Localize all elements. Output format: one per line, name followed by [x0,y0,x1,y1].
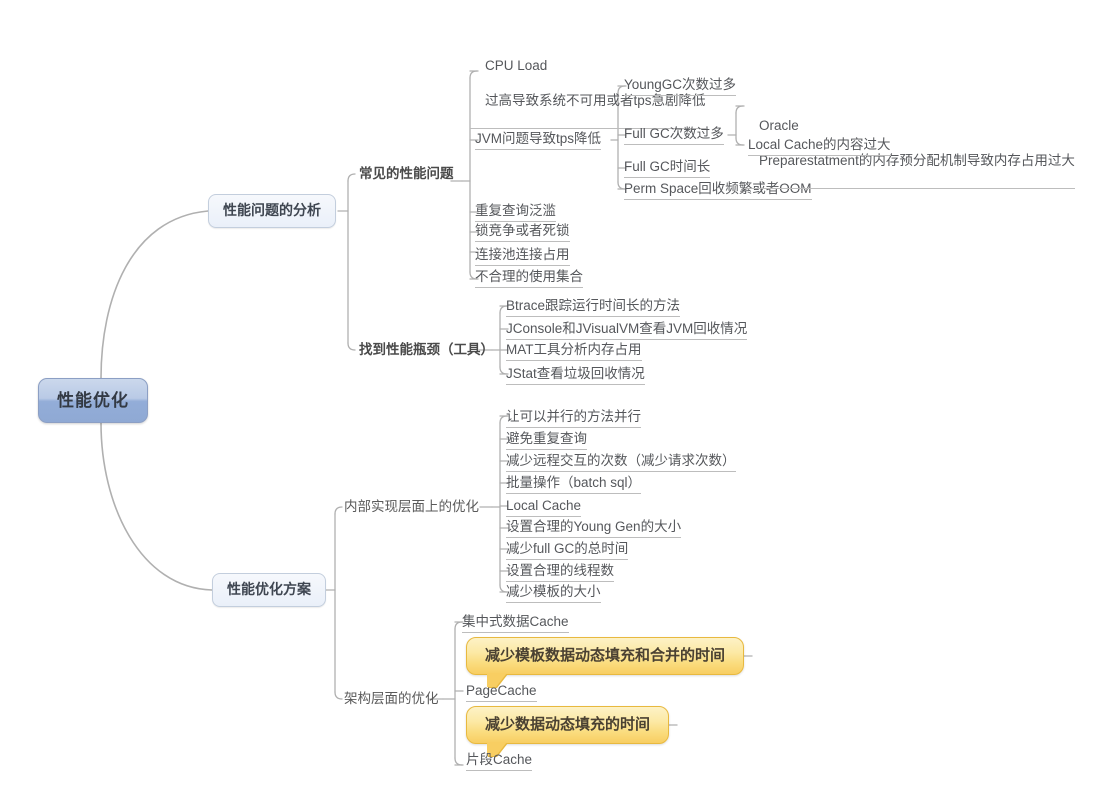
callout-label-1: 减少模板数据动态填充和合并的时间 [485,646,726,664]
leaf-local-cache[interactable]: Local Cache [506,498,582,517]
group-label-common-performance-problems[interactable]: 常见的性能问题 [359,166,454,183]
leaf-reduce-fullgc-time[interactable]: 减少full GC的总时间 [506,541,629,560]
leaf-batch-operations[interactable]: 批量操作（batch sql） [506,475,642,494]
group-label-architecture-optimization[interactable]: 架构层面的优化 [344,691,439,708]
callout-label-2: 减少数据动态填充的时间 [485,715,651,733]
leaf-reduce-remote-calls[interactable]: 减少远程交互的次数（减少请求次数） [506,453,736,472]
leaf-centralized-data-cache[interactable]: 集中式数据Cache [462,614,569,633]
leaf-reasonable-thread-count[interactable]: 设置合理的线程数 [506,563,614,582]
group-label-internal-implementation-optimization[interactable]: 内部实现层面上的优化 [344,499,479,516]
leaf-young-gen-size[interactable]: 设置合理的Young Gen的大小 [506,519,682,538]
leaf-local-cache-too-large[interactable]: Local Cache的内容过大 [748,137,891,156]
root-node[interactable]: 性能优化 [38,378,148,423]
leaf-connection-pool-occupation[interactable]: 连接池连接占用 [475,247,570,266]
leaf-fragment-cache[interactable]: 片段Cache [466,752,533,771]
leaf-parallelize-methods[interactable]: 让可以并行的方法并行 [506,409,641,428]
leaf-jstat-gc-status[interactable]: JStat查看垃圾回收情况 [506,366,645,385]
leaf-fullgc-long-duration[interactable]: Full GC时间长 [624,159,711,178]
leaf-mat-memory-analysis[interactable]: MAT工具分析内存占用 [506,342,642,361]
leaf-avoid-duplicate-query[interactable]: 避免重复查询 [506,431,587,450]
callout-reduce-data-fill-time[interactable]: 减少数据动态填充的时间 [466,706,670,756]
callout-reduce-template-fill-merge-time[interactable]: 减少模板数据动态填充和合并的时间 [466,637,745,687]
leaf-younggc-too-frequent[interactable]: YoungGC次数过多 [624,77,737,96]
leaf-oracle-line1: Oracle [759,117,799,133]
leaf-duplicate-query-flood[interactable]: 重复查询泛滥 [475,203,556,222]
branch-node-performance-analysis[interactable]: 性能问题的分析 [208,194,336,228]
leaf-unreasonable-collection-use[interactable]: 不合理的使用集合 [475,269,583,288]
leaf-jconsole-jvisualvm[interactable]: JConsole和JVisualVM查看JVM回收情况 [506,321,748,340]
mindmap-canvas: 性能优化 性能问题的分析 性能优化方案 常见的性能问题 找到性能瓶颈（工具） 内… [0,0,1112,807]
leaf-btrace-trace-slow-methods[interactable]: Btrace跟踪运行时间长的方法 [506,298,681,317]
leaf-cpu-load-line1: CPU Load [485,57,548,73]
leaf-jvm-problem-tps-drop[interactable]: JVM问题导致tps降低 [475,131,602,150]
leaf-reduce-template-size[interactable]: 减少模板的大小 [506,584,601,603]
group-label-find-bottleneck-tools[interactable]: 找到性能瓶颈（工具） [359,342,494,359]
leaf-lock-contention-deadlock[interactable]: 锁竞争或者死锁 [475,223,570,242]
leaf-page-cache[interactable]: PageCache [466,683,537,702]
branch-node-optimization-plan[interactable]: 性能优化方案 [212,573,326,607]
leaf-fullgc-too-frequent[interactable]: Full GC次数过多 [624,126,724,145]
